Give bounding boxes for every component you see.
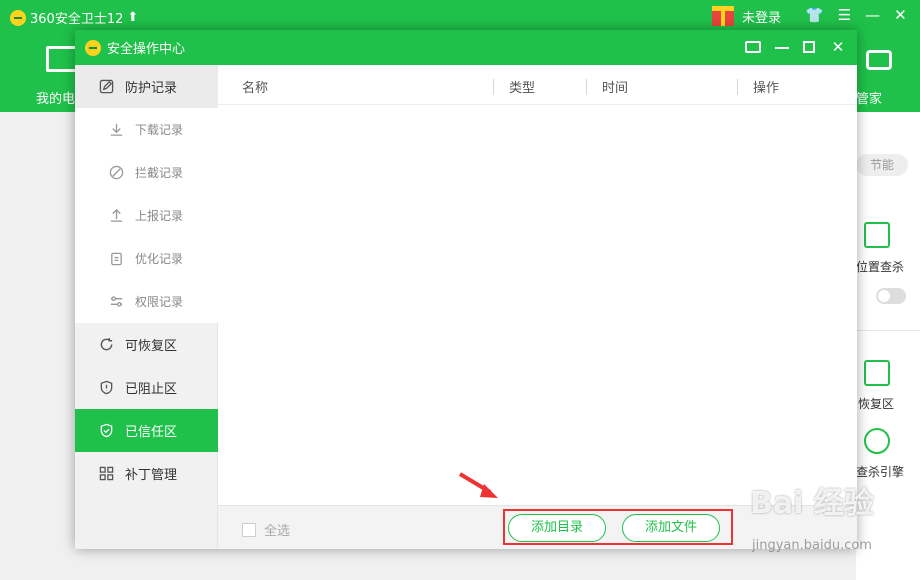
- main-window-title-text: 360安全卫士12: [30, 12, 124, 27]
- highlight-box: [503, 509, 733, 545]
- feedback-icon[interactable]: [745, 41, 761, 53]
- sidebar-item-label: 上报记录: [135, 209, 184, 223]
- location-scan-label: 位置查杀: [856, 260, 905, 274]
- main-window-title: 360安全卫士12 ⬆: [10, 8, 138, 27]
- grid-icon: [99, 466, 114, 481]
- table-header: 名称 类型 时间 操作: [218, 65, 857, 105]
- watermark-url: jingyan.baidu.com: [752, 538, 872, 553]
- gift-icon[interactable]: [712, 6, 734, 26]
- sidebar-item-label: 拦截记录: [135, 166, 184, 180]
- energy-button[interactable]: 节能: [856, 154, 908, 176]
- sidebar-item-recoverable-zone[interactable]: 可恢复区: [75, 323, 218, 366]
- sidebar-item-label: 已阻止区: [125, 382, 178, 397]
- close-icon[interactable]: ✕: [894, 6, 907, 24]
- sidebar-item-permission-log[interactable]: 权限记录: [75, 280, 218, 323]
- login-area[interactable]: 未登录: [712, 6, 781, 26]
- divider: [856, 330, 920, 331]
- annotation-arrow-icon: [458, 472, 498, 498]
- 360-logo-icon: [85, 39, 101, 56]
- main-window-controls: 👕 ☰ — ✕: [805, 6, 907, 24]
- column-divider: [493, 79, 494, 95]
- permission-icon: [109, 294, 124, 309]
- column-type[interactable]: 类型: [509, 77, 535, 96]
- 360-logo-icon: [10, 9, 26, 26]
- column-name[interactable]: 名称: [242, 77, 268, 96]
- dialog-titlebar: 安全操作中心: [75, 30, 857, 65]
- sidebar-item-intercept-log[interactable]: 拦截记录: [75, 151, 218, 194]
- maximize-icon[interactable]: [803, 41, 815, 53]
- sidebar-item-patch-management[interactable]: 补丁管理: [75, 452, 218, 495]
- trusted-list-panel: 名称 类型 时间 操作: [218, 65, 857, 505]
- skin-icon[interactable]: 👕: [805, 6, 824, 24]
- sidebar-item-report-log[interactable]: 上报记录: [75, 194, 218, 237]
- shield-check-icon: [99, 423, 114, 438]
- restore-zone-icon[interactable]: [864, 360, 890, 386]
- menu-icon[interactable]: ☰: [838, 6, 851, 24]
- sidebar: 防护记录 下载记录 拦截记录 上报记录 优化记录 权限记录 可恢复区 已阻止区: [75, 65, 218, 549]
- scan-engine-icon[interactable]: [864, 428, 890, 454]
- select-all-checkbox[interactable]: [242, 522, 256, 537]
- clipboard-icon: [109, 251, 124, 266]
- dialog-controls: ✕: [745, 37, 847, 57]
- minimize-icon[interactable]: —: [865, 6, 880, 24]
- sidebar-item-label: 优化记录: [135, 252, 184, 266]
- login-text[interactable]: 未登录: [742, 7, 781, 26]
- sidebar-item-download-log[interactable]: 下载记录: [75, 108, 218, 151]
- select-all[interactable]: 全选: [242, 520, 290, 539]
- column-time[interactable]: 时间: [602, 77, 628, 96]
- column-action[interactable]: 操作: [753, 77, 779, 96]
- download-icon: [109, 122, 124, 137]
- sidebar-item-label: 补丁管理: [125, 468, 178, 483]
- sidebar-item-label: 权限记录: [135, 295, 184, 309]
- column-divider: [737, 79, 738, 95]
- steward-tab[interactable]: 管家: [856, 88, 882, 107]
- sidebar-item-label: 已信任区: [125, 425, 178, 440]
- edit-icon: [99, 79, 114, 94]
- watermark-logo: Bai 经验: [750, 486, 874, 521]
- sidebar-item-label: 可恢复区: [125, 339, 178, 354]
- restore-zone-label: 恢复区: [858, 397, 895, 411]
- select-all-label: 全选: [264, 524, 291, 539]
- refresh-icon: [99, 337, 114, 352]
- block-icon: [109, 165, 124, 180]
- sidebar-item-trusted-zone[interactable]: 已信任区: [75, 409, 218, 452]
- upgrade-arrow-icon[interactable]: ⬆: [127, 10, 138, 25]
- sidebar-item-label: 下载记录: [135, 123, 184, 137]
- shield-alert-icon: [99, 380, 114, 395]
- minimize-icon[interactable]: [775, 47, 789, 49]
- close-icon[interactable]: ✕: [829, 37, 847, 57]
- location-scan-icon[interactable]: [864, 222, 890, 248]
- sidebar-item-optimize-log[interactable]: 优化记录: [75, 237, 218, 280]
- sidebar-item-protection-log[interactable]: 防护记录: [75, 65, 218, 108]
- column-divider: [586, 79, 587, 95]
- dialog-title: 安全操作中心: [107, 42, 186, 57]
- upload-icon: [109, 208, 124, 223]
- sidebar-item-blocked-zone[interactable]: 已阻止区: [75, 366, 218, 409]
- sidebar-item-label: 防护记录: [125, 81, 178, 96]
- my-computer-tab[interactable]: 我的电: [36, 88, 75, 107]
- steward-icon[interactable]: [866, 50, 892, 70]
- feature-toggle[interactable]: [876, 288, 906, 304]
